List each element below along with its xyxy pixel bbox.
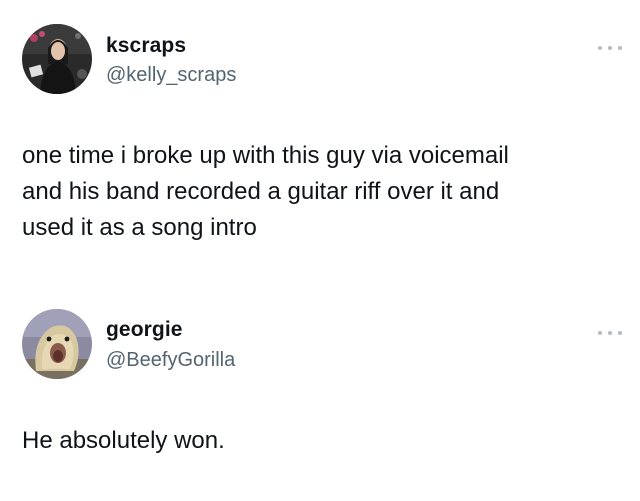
avatar-photo-icon: [22, 24, 92, 94]
display-name[interactable]: kscraps: [106, 34, 186, 58]
tweet-text: He absolutely won.: [22, 427, 225, 454]
tweet[interactable]: georgie @BeefyGorilla He absolutely won.: [0, 295, 640, 501]
avatar-photo-icon: [22, 309, 92, 379]
avatar[interactable]: [22, 309, 92, 379]
tweet[interactable]: kscraps @kelly_scraps one time i broke u…: [0, 0, 640, 290]
avatar[interactable]: [22, 24, 92, 94]
user-handle[interactable]: @BeefyGorilla: [106, 349, 235, 372]
display-name[interactable]: georgie: [106, 318, 183, 342]
tweet-text: one time i broke up with this guy via vo…: [22, 142, 509, 241]
user-handle[interactable]: @kelly_scraps: [106, 64, 236, 87]
more-options-icon[interactable]: [598, 41, 622, 55]
more-options-icon[interactable]: [598, 326, 622, 340]
